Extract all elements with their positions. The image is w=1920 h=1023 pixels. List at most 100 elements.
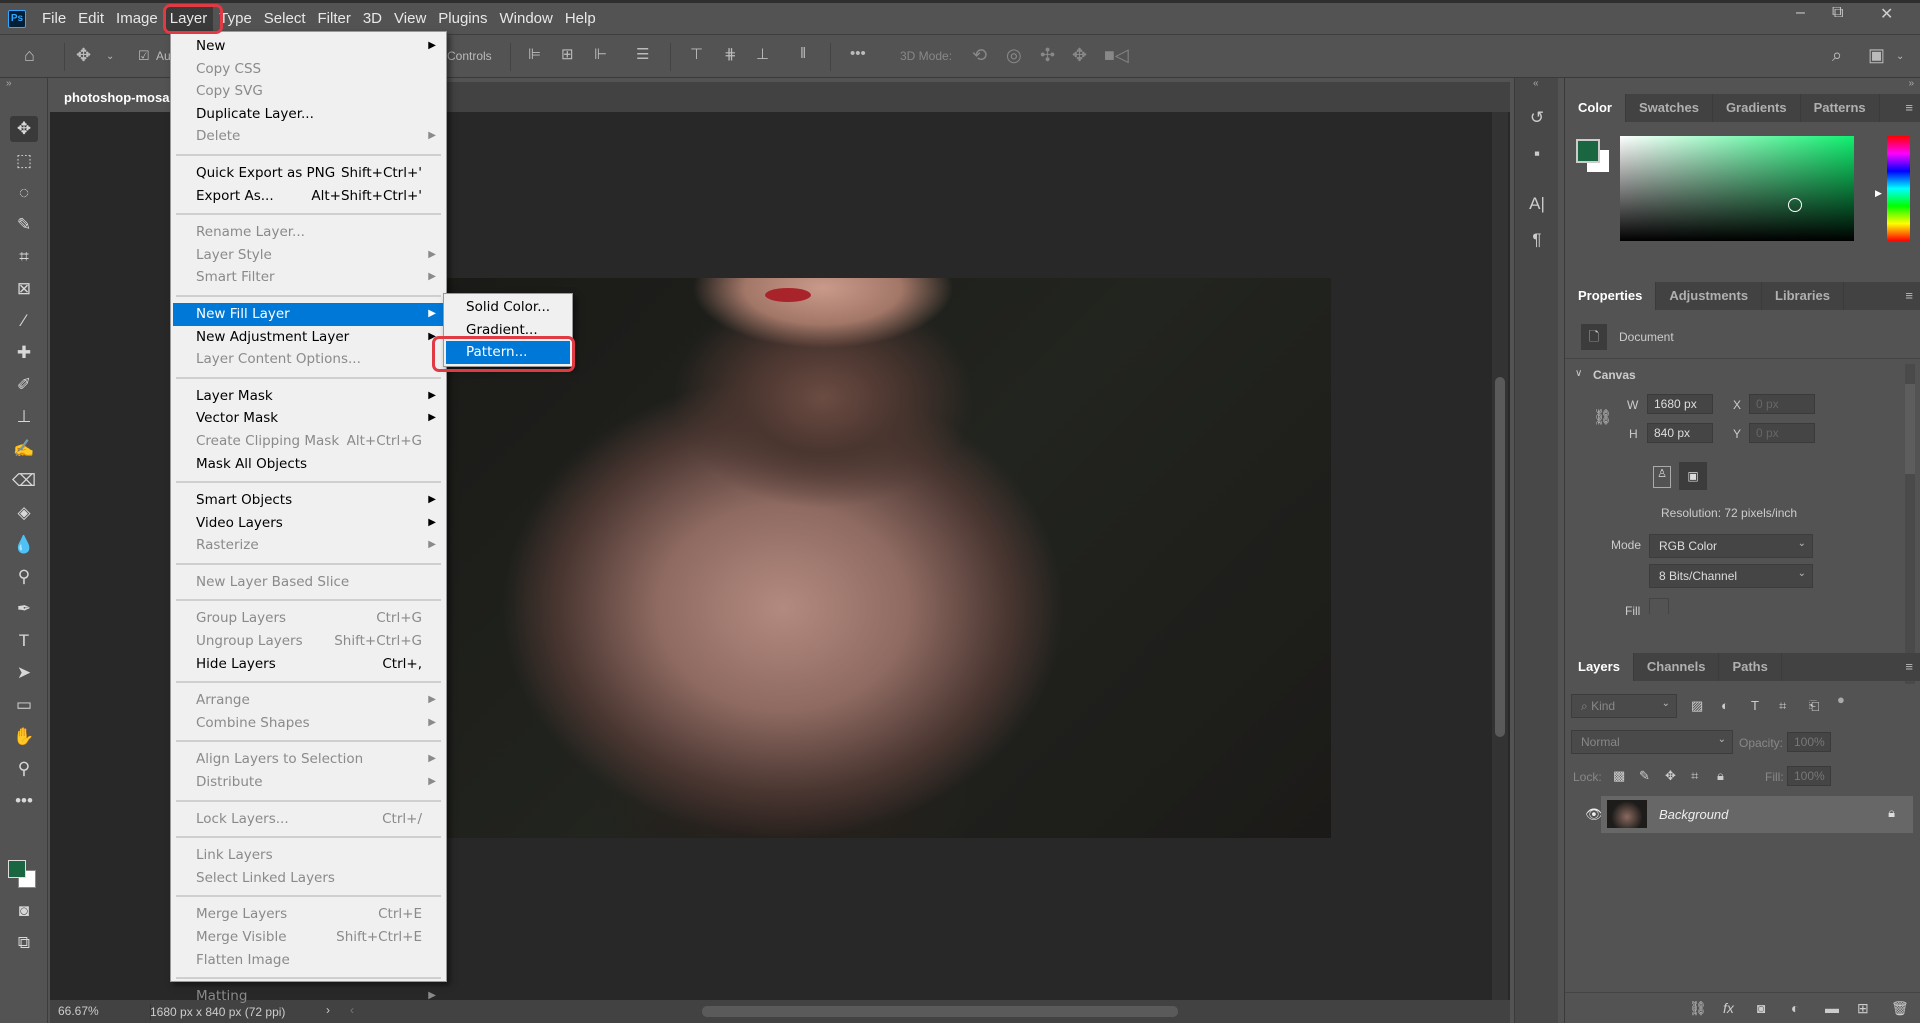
vertical-scrollbar[interactable] bbox=[1492, 112, 1508, 1000]
layer-row-background[interactable]: Background 🔒︎ bbox=[1601, 796, 1913, 833]
menu-file[interactable]: File bbox=[36, 6, 72, 32]
tab-paths[interactable]: Paths bbox=[1719, 653, 1782, 681]
filter-adjustment-icon[interactable]: ◐ bbox=[1721, 698, 1729, 713]
menu-view[interactable]: View bbox=[388, 6, 432, 32]
3d-slide-icon[interactable]: ✥ bbox=[1072, 45, 1087, 66]
lock-position-icon[interactable]: ✥ bbox=[1665, 768, 1676, 784]
width-input[interactable]: 1680 px bbox=[1647, 394, 1713, 414]
color-picker-cursor[interactable] bbox=[1788, 198, 1802, 212]
blend-mode-select[interactable]: Normal ⌄ bbox=[1571, 730, 1733, 754]
hue-slider[interactable] bbox=[1887, 136, 1910, 241]
lock-artboard-icon[interactable]: ⌗ bbox=[1691, 768, 1698, 784]
tab-color[interactable]: Color bbox=[1565, 94, 1626, 122]
fx-icon[interactable]: fx bbox=[1723, 1000, 1734, 1016]
collapse-icon[interactable]: » bbox=[6, 78, 12, 89]
quick-select-tool-icon[interactable]: ✎ bbox=[10, 212, 38, 238]
lock-transparency-icon[interactable]: ▩ bbox=[1613, 768, 1625, 784]
menu-select[interactable]: Select bbox=[258, 6, 312, 32]
tab-swatches[interactable]: Swatches bbox=[1626, 94, 1713, 122]
workspace-icon[interactable]: ▣ bbox=[1868, 45, 1885, 66]
filter-pixel-icon[interactable]: ▨ bbox=[1691, 698, 1703, 714]
add-mask-icon[interactable]: ◙ bbox=[1757, 1000, 1765, 1016]
distribute-vertical-icon[interactable]: ‖ bbox=[800, 45, 806, 62]
lock-pixels-icon[interactable]: ✎ bbox=[1639, 768, 1650, 784]
new-group-icon[interactable]: ▬ bbox=[1825, 1000, 1839, 1016]
bit-depth-select[interactable]: 8 Bits/Channel ⌄ bbox=[1649, 564, 1813, 588]
landscape-orientation-icon[interactable]: ▣ bbox=[1679, 462, 1707, 490]
align-center-icon[interactable]: ⊞ bbox=[561, 45, 574, 63]
marquee-tool-icon[interactable]: ⬚ bbox=[10, 148, 38, 174]
chevron-down-icon[interactable]: ⌄ bbox=[106, 51, 114, 62]
menu-plugins[interactable]: Plugins bbox=[432, 6, 493, 32]
crop-tool-icon[interactable]: ⌗ bbox=[10, 244, 38, 270]
hue-slider-handle[interactable]: ▶ bbox=[1875, 188, 1882, 199]
lasso-tool-icon[interactable]: ◌ bbox=[10, 180, 38, 206]
opacity-input[interactable]: 100% bbox=[1787, 732, 1831, 752]
layer-name[interactable]: Background bbox=[1659, 807, 1728, 822]
history-icon[interactable]: ↺ bbox=[1525, 108, 1549, 132]
menu-item-hide-layers[interactable]: Hide Layers Ctrl+, bbox=[173, 653, 444, 676]
lock-all-icon[interactable]: 🔒︎ bbox=[1717, 768, 1724, 784]
tab-channels[interactable]: Channels bbox=[1634, 653, 1720, 681]
foreground-color-swatch[interactable] bbox=[1576, 139, 1600, 163]
type-tool-icon[interactable]: T bbox=[10, 628, 38, 654]
align-middle-icon[interactable]: ⋕ bbox=[724, 45, 737, 63]
paint-bucket-icon[interactable]: ◈ bbox=[10, 500, 38, 526]
color-picker-field[interactable] bbox=[1620, 136, 1854, 241]
tab-gradients[interactable]: Gradients bbox=[1713, 94, 1801, 122]
move-tool-icon[interactable]: ✥ bbox=[76, 45, 91, 66]
menu-3d[interactable]: 3D bbox=[357, 6, 388, 32]
stamp-tool-icon[interactable]: ⊥ bbox=[10, 404, 38, 430]
align-top-icon[interactable]: ⊤ bbox=[690, 45, 703, 63]
collapse-panels-icon[interactable]: » bbox=[1908, 78, 1914, 89]
quick-mask-icon[interactable]: ◙ bbox=[10, 898, 38, 924]
expand-icon[interactable]: « bbox=[1533, 78, 1539, 89]
chevron-down-icon[interactable]: ∨ bbox=[1575, 368, 1582, 379]
filter-shape-icon[interactable]: ⌗ bbox=[1779, 698, 1786, 714]
zoom-level[interactable]: 66.67% bbox=[58, 1004, 99, 1018]
fill-swatch[interactable] bbox=[1649, 598, 1669, 614]
minimize-button[interactable]: – bbox=[1796, 4, 1805, 22]
tab-adjustments[interactable]: Adjustments bbox=[1656, 282, 1763, 310]
lock-icon[interactable]: 🔒︎ bbox=[1888, 805, 1895, 821]
foreground-color-swatch[interactable] bbox=[8, 860, 26, 878]
fill-input[interactable]: 100% bbox=[1787, 766, 1831, 786]
3d-pan-icon[interactable]: ✣ bbox=[1040, 45, 1055, 66]
restore-button[interactable]: ⧉ bbox=[1832, 4, 1843, 22]
3d-roll-icon[interactable]: ◎ bbox=[1006, 45, 1022, 66]
link-layers-icon[interactable]: ⛓ bbox=[1689, 1000, 1707, 1017]
x-input[interactable]: 0 px bbox=[1749, 394, 1815, 414]
chevron-down-icon[interactable]: ⌄ bbox=[1896, 51, 1904, 62]
panel-menu-icon[interactable]: ≡ bbox=[1905, 282, 1920, 310]
align-right-icon[interactable]: ⊩ bbox=[594, 45, 607, 63]
rectangle-tool-icon[interactable]: ▭ bbox=[10, 692, 38, 718]
hand-tool-icon[interactable]: ✋ bbox=[10, 724, 38, 750]
search-icon[interactable]: ⌕ bbox=[1832, 45, 1842, 66]
menu-item-duplicate-layer[interactable]: Duplicate Layer... bbox=[173, 103, 444, 126]
path-select-icon[interactable]: ➤ bbox=[10, 660, 38, 686]
menu-edit[interactable]: Edit bbox=[72, 6, 110, 32]
tab-libraries[interactable]: Libraries bbox=[1762, 282, 1844, 310]
document-tab[interactable]: photoshop-mosa bbox=[50, 82, 180, 112]
distribute-icon[interactable]: ☰ bbox=[636, 45, 649, 63]
menu-item-video-layers[interactable]: Video Layers ▶ bbox=[173, 512, 444, 535]
menu-item-vector-mask[interactable]: Vector Mask ▶ bbox=[173, 407, 444, 430]
comments-icon[interactable]: ▪ bbox=[1525, 144, 1549, 168]
align-left-icon[interactable]: ⊫ bbox=[528, 45, 541, 63]
3d-orbit-icon[interactable]: ⟲ bbox=[972, 45, 987, 66]
menu-filter[interactable]: Filter bbox=[312, 6, 357, 32]
auto-select-checkbox[interactable]: ☑ bbox=[138, 48, 150, 64]
close-button[interactable]: ✕ bbox=[1880, 4, 1893, 24]
filter-toggle-icon[interactable]: ● bbox=[1837, 692, 1845, 707]
panel-menu-icon[interactable]: ≡ bbox=[1905, 653, 1920, 681]
menu-item-new[interactable]: New ▶ bbox=[173, 35, 444, 58]
scroll-thumb[interactable] bbox=[1905, 384, 1915, 474]
brush-tool-icon[interactable]: ✐ bbox=[10, 372, 38, 398]
more-tools-icon[interactable]: ••• bbox=[10, 788, 38, 814]
filter-type-icon[interactable]: T bbox=[1751, 698, 1759, 713]
more-options-icon[interactable]: ••• bbox=[850, 45, 866, 62]
dodge-tool-icon[interactable]: ⚲ bbox=[10, 564, 38, 590]
panel-menu-icon[interactable]: ≡ bbox=[1905, 94, 1920, 122]
history-brush-icon[interactable]: ✍ bbox=[10, 436, 38, 462]
portrait-orientation-icon[interactable]: ♙ bbox=[1653, 466, 1671, 488]
